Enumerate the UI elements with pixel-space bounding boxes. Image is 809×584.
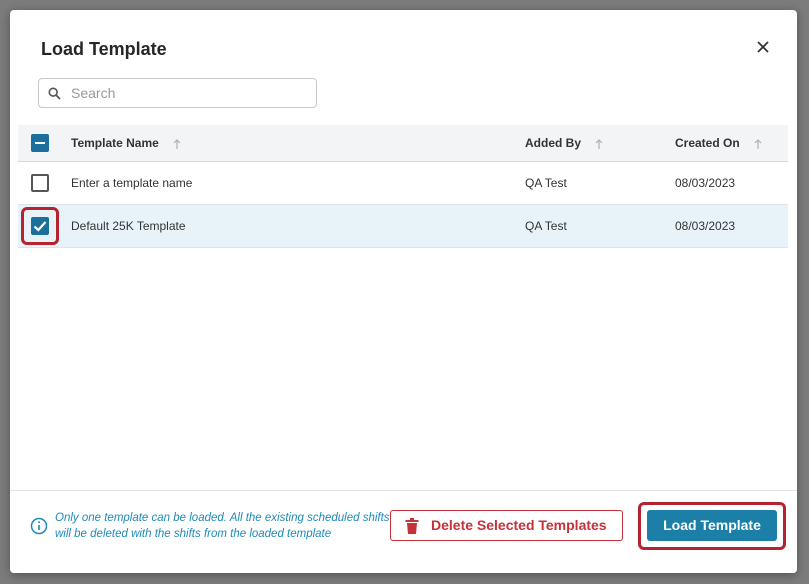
close-button[interactable] [752, 36, 774, 58]
info-icon [30, 517, 48, 535]
arrow-up-icon[interactable] [594, 138, 604, 150]
dialog-footer: Only one template can be loaded. All the… [10, 490, 797, 573]
search-input[interactable] [71, 83, 306, 103]
cell-added-by: QA Test [525, 219, 567, 233]
table-header: Template Name Added By Created On [18, 125, 788, 162]
close-icon [757, 41, 769, 53]
column-header-label: Template Name [71, 136, 159, 150]
search-field[interactable] [38, 78, 317, 108]
delete-selected-templates-button[interactable]: Delete Selected Templates [390, 510, 623, 541]
cell-template-name: Default 25K Template [71, 219, 186, 233]
templates-table: Template Name Added By Created On Enter … [18, 125, 788, 248]
column-header-label: Created On [675, 136, 740, 150]
load-template-dialog: Load Template Template Name [10, 10, 797, 573]
table-row[interactable]: Default 25K Template QA Test 08/03/2023 [18, 205, 788, 248]
cell-created-on: 08/03/2023 [675, 176, 736, 190]
cell-added-by: QA Test [525, 176, 567, 190]
table-row[interactable]: Enter a template name QA Test 08/03/2023 [18, 162, 788, 205]
row-checkbox[interactable] [31, 217, 49, 235]
column-header-label: Added By [525, 136, 582, 150]
cell-created-on: 08/03/2023 [675, 219, 736, 233]
checkmark-icon [33, 221, 47, 232]
search-icon [48, 87, 61, 100]
arrow-up-icon[interactable] [753, 138, 763, 150]
select-all-checkbox[interactable] [31, 134, 49, 152]
info-message: Only one template can be loaded. All the… [55, 512, 390, 540]
arrow-up-icon[interactable] [172, 138, 182, 150]
cell-template-name: Enter a template name [71, 176, 193, 190]
delete-button-label: Delete Selected Templates [431, 517, 607, 533]
dialog-title: Load Template [41, 39, 167, 59]
row-checkbox[interactable] [31, 174, 49, 192]
column-header-created-on[interactable]: Created On [675, 125, 763, 161]
load-template-button[interactable]: Load Template [647, 510, 777, 541]
minus-icon [35, 142, 45, 144]
column-header-added-by[interactable]: Added By [525, 125, 604, 161]
trash-icon [405, 518, 419, 534]
column-header-template-name[interactable]: Template Name [71, 125, 182, 161]
